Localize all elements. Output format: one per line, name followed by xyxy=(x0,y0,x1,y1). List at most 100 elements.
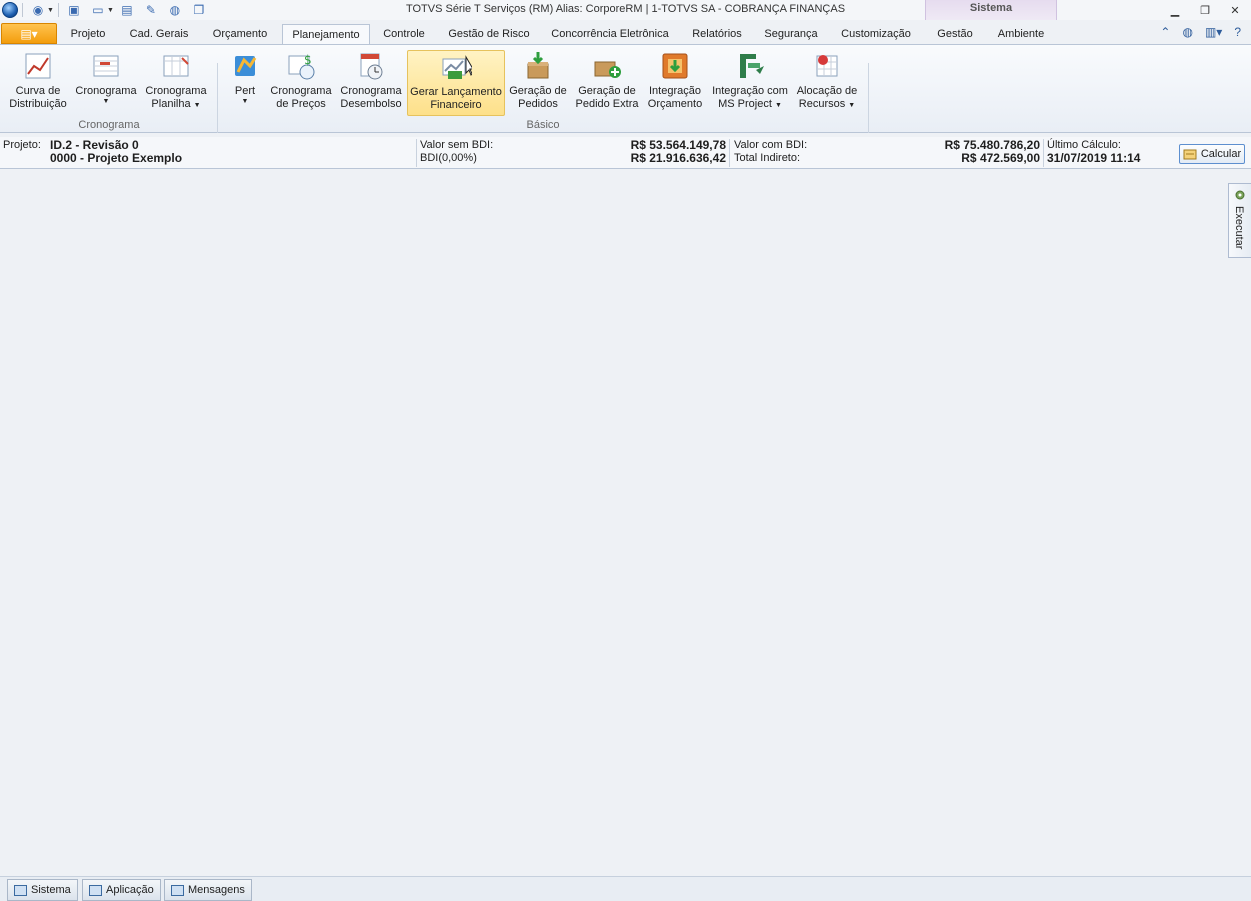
copy-icon[interactable]: ❐ xyxy=(188,1,210,19)
bottom-tab-mensagens[interactable]: Mensagens xyxy=(164,879,252,901)
button-label: Cronograma xyxy=(340,85,402,97)
monitor-icon xyxy=(14,884,27,896)
pert-button[interactable]: Pert ▼ xyxy=(225,50,265,116)
integracao-ms-project-button[interactable]: Integração com MS Project ▼ xyxy=(709,50,791,116)
cronograma-button[interactable]: Cronograma ▼ xyxy=(73,50,139,116)
app-menu-icon[interactable] xyxy=(2,2,18,18)
title-bar: ◉ ▼ ▣ ▭ ▼ ▤ ✎ ◍ ❐ TOTVS Série T Serviços (… xyxy=(0,0,1251,20)
chevron-down-icon: ▼ xyxy=(774,102,782,109)
group-divider xyxy=(868,63,869,133)
layout-icon[interactable]: ▥▾ xyxy=(1205,25,1222,39)
geracao-pedido-extra-button[interactable]: Geração de Pedido Extra xyxy=(573,50,641,116)
tab-concorrencia-eletronica[interactable]: Concorrência Eletrônica xyxy=(544,24,676,45)
report-icon[interactable]: ✎ xyxy=(140,1,162,19)
total-indireto-value: R$ 472.569,00 xyxy=(961,151,1040,165)
divider xyxy=(1043,139,1044,167)
project-name: 0000 - Projeto Exemplo xyxy=(50,151,183,165)
button-label: Integração com xyxy=(712,85,788,97)
calculate-icon xyxy=(1183,149,1197,160)
orders-icon xyxy=(527,52,549,79)
cronograma-precos-button[interactable]: $ Cronograma de Preços xyxy=(269,50,333,116)
bottom-tab-aplicacao[interactable]: Aplicação xyxy=(82,879,161,901)
button-label: Distribuição xyxy=(9,98,67,110)
button-label: Curva de xyxy=(15,85,61,97)
valor-sem-bdi-value: R$ 53.564.149,78 xyxy=(630,138,726,152)
application-icon xyxy=(89,884,102,896)
cronograma-desembolso-button[interactable]: Cronograma Desembolso xyxy=(339,50,403,116)
divider xyxy=(416,139,417,167)
globe-icon[interactable]: ◍ xyxy=(1182,25,1192,39)
window-layout-icon[interactable]: ▭ xyxy=(87,1,109,19)
globe-settings-icon[interactable]: ◉ xyxy=(27,1,49,19)
button-label: Financeiro xyxy=(430,99,482,111)
close-icon[interactable]: ✕ xyxy=(1223,2,1247,18)
total-indireto-label: Total Indireto: xyxy=(734,152,801,164)
button-label: Pedido Extra xyxy=(575,98,639,110)
button-label: Geração de xyxy=(509,85,567,97)
tab-planejamento[interactable]: Planejamento xyxy=(282,24,370,45)
project-info-bar: Projeto: ID.2 - Revisão 0 0000 - Projeto… xyxy=(0,137,1251,169)
project-id: ID.2 - Revisão 0 xyxy=(50,138,139,152)
tab-gestao-risco[interactable]: Gestão de Risco xyxy=(440,24,538,45)
tab-customizacao[interactable]: Customização xyxy=(832,24,920,45)
gerar-lancamento-financeiro-button[interactable]: Gerar Lançamento Financeiro xyxy=(407,50,505,116)
bottom-tab-sistema[interactable]: Sistema xyxy=(7,879,78,901)
tab-orcamento[interactable]: Orçamento xyxy=(203,24,277,45)
minimize-icon[interactable]: ▁ xyxy=(1163,2,1187,18)
schedule-sheet-icon xyxy=(163,55,189,77)
bottom-tab-label: Mensagens xyxy=(188,884,245,896)
tab-seguranca[interactable]: Segurança xyxy=(756,24,826,45)
ribbon-right-icons: ⌃ ◍ ▥▾ ? xyxy=(1160,25,1241,39)
chevron-down-icon[interactable]: ▼ xyxy=(47,7,54,14)
project-label: Projeto: xyxy=(3,139,41,151)
button-label: Desembolso xyxy=(340,98,402,110)
tab-projeto[interactable]: Projeto xyxy=(61,24,115,45)
executar-side-tab[interactable]: Executar xyxy=(1228,183,1251,258)
file-menu-button[interactable]: ▤▾ xyxy=(1,23,57,44)
curva-distribuicao-button[interactable]: Curva de Distribuição xyxy=(5,50,71,116)
bdi-label: BDI(0,00%) xyxy=(420,152,477,164)
valor-com-bdi-label: Valor com BDI: xyxy=(734,139,808,151)
bottom-tab-bar: Sistema Aplicação Mensagens xyxy=(0,876,1251,901)
geracao-pedidos-button[interactable]: Geração de Pedidos xyxy=(509,50,567,116)
tab-gestao[interactable]: Gestão xyxy=(928,24,982,45)
button-label: Cronograma xyxy=(75,85,137,97)
restore-icon[interactable]: ❐ xyxy=(1193,2,1217,18)
tab-cad-gerais[interactable]: Cad. Gerais xyxy=(119,24,199,45)
help-icon[interactable]: ? xyxy=(1234,25,1241,39)
calcular-label: Calcular xyxy=(1200,148,1242,160)
cronograma-planilha-button[interactable]: Cronograma Planilha ▼ xyxy=(143,50,209,116)
chevron-down-icon: ▼ xyxy=(193,102,201,109)
collapse-ribbon-icon[interactable]: ⌃ xyxy=(1160,25,1170,39)
button-label: Recursos xyxy=(798,98,846,110)
valor-com-bdi-value: R$ 75.480.786,20 xyxy=(944,138,1040,152)
button-label: Planilha xyxy=(151,98,191,110)
web-icon[interactable]: ◍ xyxy=(164,1,186,19)
bottom-tab-label: Sistema xyxy=(31,884,71,896)
financial-entry-icon xyxy=(442,55,472,79)
ultimo-calculo-label: Último Cálculo: xyxy=(1047,139,1121,151)
chevron-down-icon[interactable]: ▼ xyxy=(107,7,114,14)
integracao-orcamento-button[interactable]: Integração Orçamento xyxy=(645,50,705,116)
button-label: Pedidos xyxy=(518,98,558,110)
group-label-basico: Básico xyxy=(526,119,560,131)
context-tab-sistema[interactable]: Sistema xyxy=(925,0,1057,20)
button-label: MS Project xyxy=(718,98,772,110)
button-label: de Preços xyxy=(276,98,326,110)
divider xyxy=(22,3,23,17)
schedule-icon xyxy=(93,55,119,77)
button-label: Orçamento xyxy=(647,98,703,110)
tab-ambiente[interactable]: Ambiente xyxy=(988,24,1054,45)
button-label: Gerar Lançamento xyxy=(410,86,502,98)
tab-relatorios[interactable]: Relatórios xyxy=(682,24,752,45)
alocacao-recursos-button[interactable]: Alocação de Recursos ▼ xyxy=(795,50,859,116)
extra-order-icon xyxy=(594,61,621,78)
executar-label: Executar xyxy=(1233,206,1245,250)
tab-controle[interactable]: Controle xyxy=(374,24,434,45)
button-label: Cronograma xyxy=(145,85,207,97)
window-controls: ▁ ❐ ✕ xyxy=(1163,0,1247,20)
ribbon-tabs: ▤▾ Projeto Cad. Gerais Orçamento Planeja… xyxy=(0,22,1251,45)
export-icon[interactable]: ▤ xyxy=(116,1,138,19)
new-window-icon[interactable]: ▣ xyxy=(63,1,85,19)
calcular-button[interactable]: Calcular xyxy=(1179,144,1245,164)
